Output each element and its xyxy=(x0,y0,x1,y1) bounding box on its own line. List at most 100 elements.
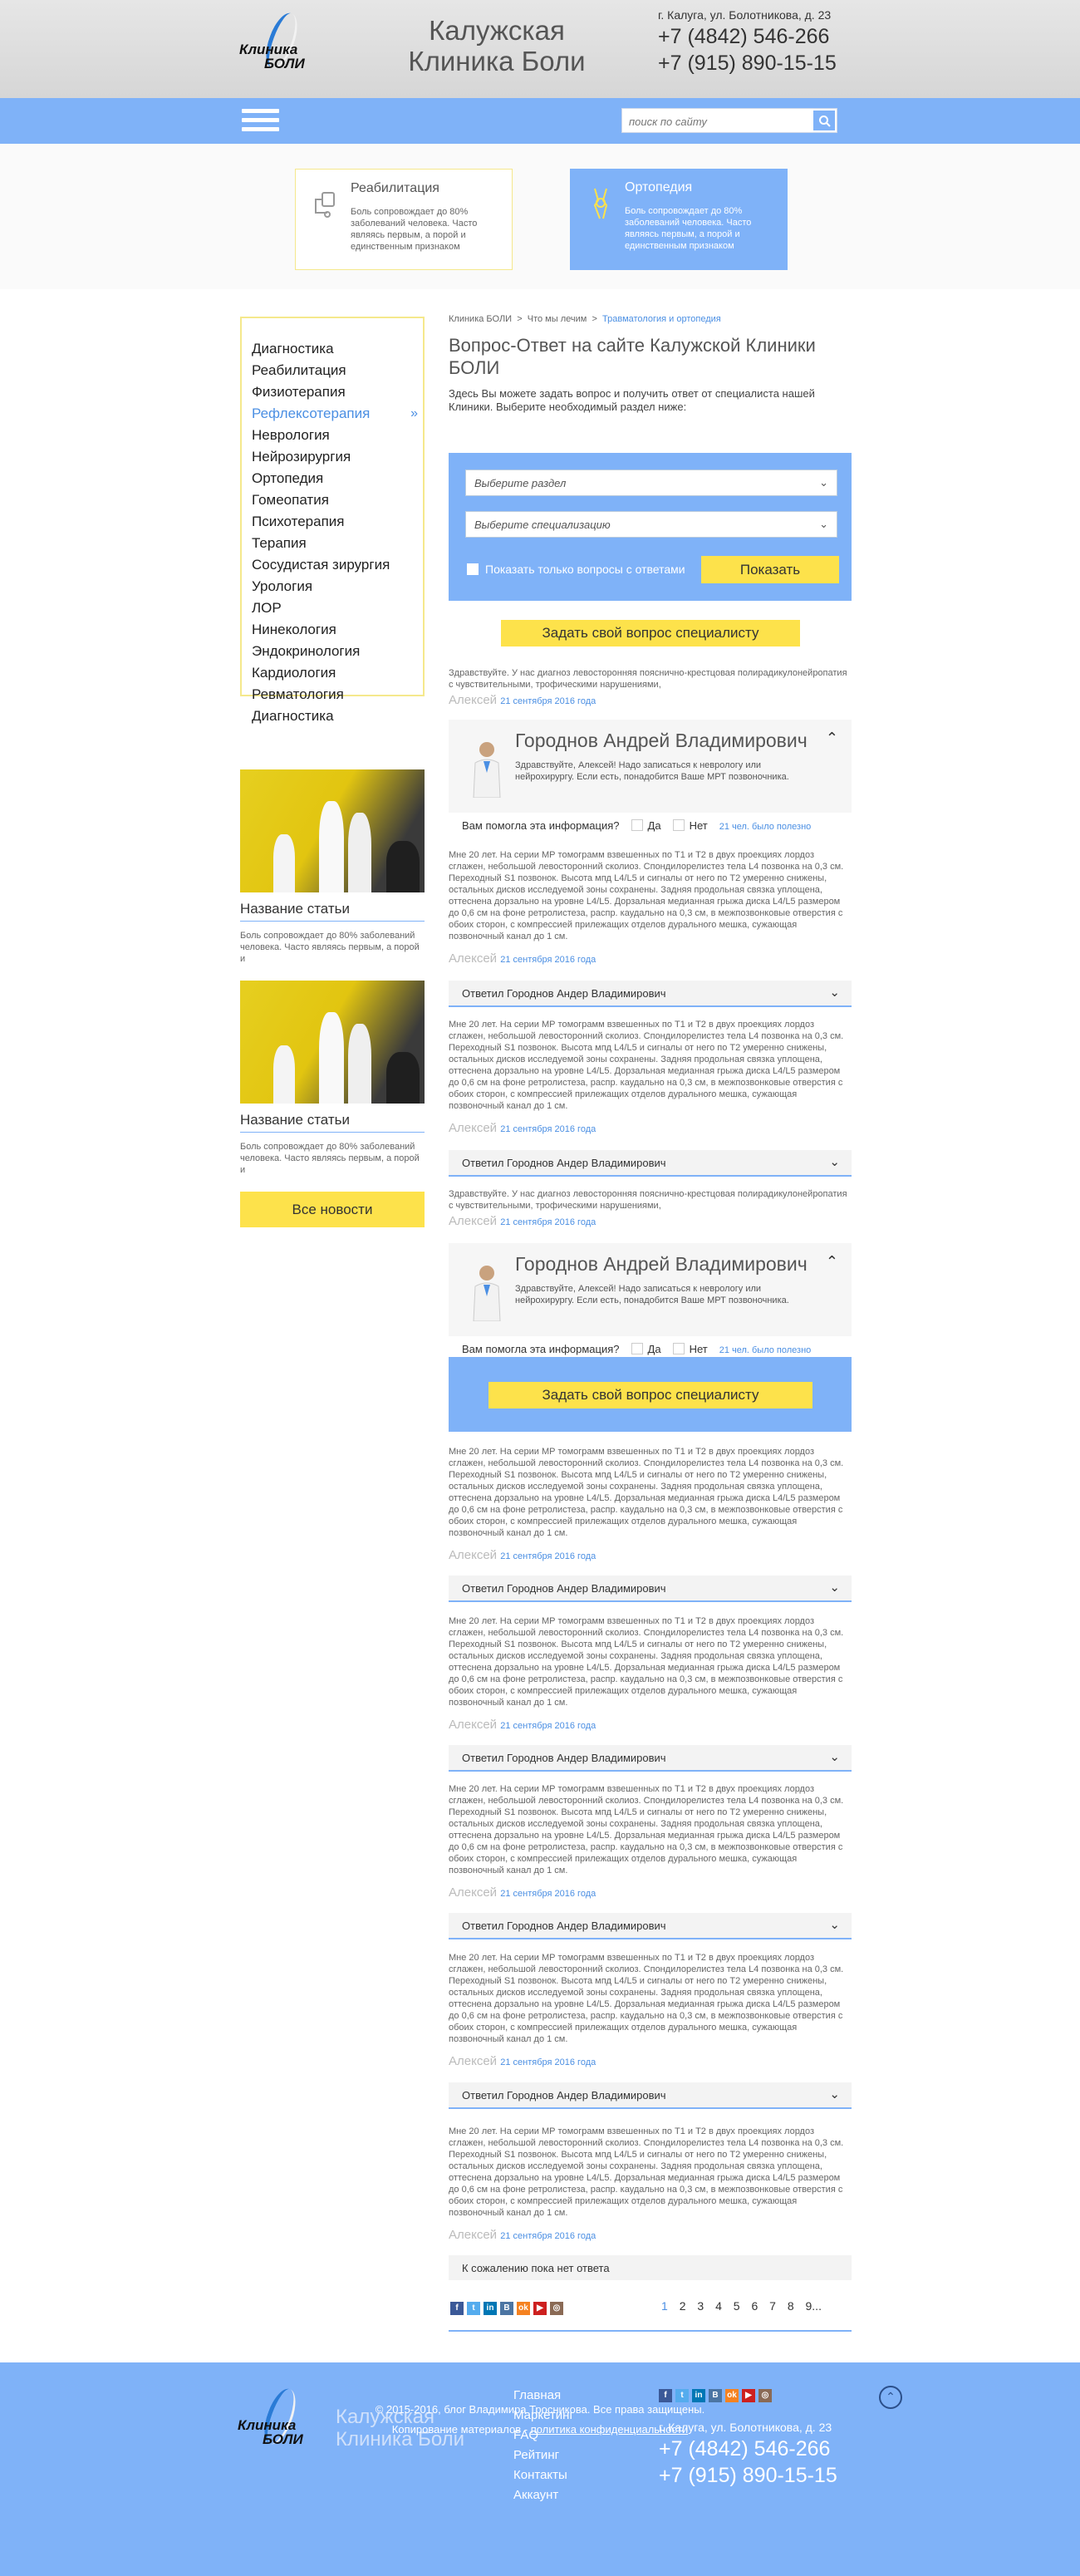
sidebar-item[interactable]: Нинекология xyxy=(252,619,423,641)
footer-phone-1[interactable]: +7 (4842) 546-266 xyxy=(659,2437,830,2461)
chevron-down-icon: ⌄ xyxy=(829,1581,840,1595)
page-link[interactable]: 1 xyxy=(661,2299,668,2313)
page-link[interactable]: 5 xyxy=(734,2299,740,2313)
sidebar-item[interactable]: Нейрозирургия xyxy=(252,446,423,468)
news-card[interactable]: Название статьи Боль сопровождает до 80%… xyxy=(240,981,425,1176)
sidebar-item[interactable]: Терапия xyxy=(252,533,423,554)
answered-by-bar[interactable]: Ответил Городнов Андер Владимирович ⌄ xyxy=(449,1576,852,1602)
page-link[interactable]: 2 xyxy=(680,2299,686,2313)
odnoklassniki-icon[interactable]: ok xyxy=(517,2302,530,2315)
footer-link[interactable]: Аккаунт xyxy=(513,2485,574,2505)
instagram-icon[interactable]: ◎ xyxy=(550,2302,563,2315)
answered-by-bar[interactable]: Ответил Городнов Андер Владимирович ⌄ xyxy=(449,981,852,1007)
question-meta: Алексей 21 сентября 2016 года xyxy=(449,1214,596,1228)
sidebar-item[interactable]: Реабилитация xyxy=(252,360,423,381)
ask-question-button[interactable]: Задать свой вопрос специалисту xyxy=(488,1382,812,1408)
sidebar-item[interactable]: Гомеопатия xyxy=(252,489,423,511)
chevron-up-icon[interactable]: ⌃ xyxy=(826,1253,838,1271)
brand-line-2: Клиника Боли xyxy=(408,46,586,76)
page-link[interactable]: 7 xyxy=(769,2299,776,2313)
news-card[interactable]: Название статьи Боль сопровождает до 80%… xyxy=(240,769,425,965)
sidebar-item[interactable]: Физиотерапия xyxy=(252,381,423,403)
menu-hamburger-icon[interactable] xyxy=(242,109,279,135)
facebook-icon[interactable]: f xyxy=(450,2302,464,2315)
footer-link[interactable]: Контакты xyxy=(513,2465,574,2485)
search-input[interactable] xyxy=(629,113,803,130)
header-phone-1[interactable]: +7 (4842) 546-266 xyxy=(658,25,829,49)
search-button[interactable] xyxy=(812,109,837,132)
answered-by-bar[interactable]: Ответил Городнов Андер Владимирович ⌄ xyxy=(449,2082,852,2109)
active-arrow-icon: » xyxy=(410,406,418,420)
main-content: Клиника БОЛИ > Что мы лечим > Травматоло… xyxy=(449,314,852,414)
site-header: Клиника БОЛИ Калужская Клиника Боли г. К… xyxy=(0,0,1080,98)
question-date: 21 сентября 2016 года xyxy=(500,2231,596,2241)
sidebar-item[interactable]: Сосудистая зирургия xyxy=(252,554,423,576)
question-meta: Алексей 21 сентября 2016 года xyxy=(449,1718,596,1732)
breadcrumb-current[interactable]: Травматология и ортопедия xyxy=(602,314,721,324)
site-logo[interactable]: Клиника БОЛИ xyxy=(239,8,326,73)
answered-only-checkbox[interactable]: Показать только вопросы с ответами xyxy=(467,563,685,576)
page-link[interactable]: 8 xyxy=(788,2299,794,2313)
news-title[interactable]: Название статьи xyxy=(240,901,425,922)
doctor-avatar xyxy=(473,1266,501,1321)
doctor-answer-text: Здравствуйте, Алексей! Надо записаться к… xyxy=(515,1284,789,1305)
breadcrumb-item[interactable]: Клиника БОЛИ xyxy=(449,314,512,324)
show-button[interactable]: Показать xyxy=(701,556,839,583)
privacy-link[interactable]: политика конфиденциальности xyxy=(531,2423,688,2436)
question-meta: Алексей 21 сентября 2016 года xyxy=(449,1548,596,1562)
chevron-up-icon[interactable]: ⌃ xyxy=(826,730,838,747)
promo-card-rehab[interactable]: Реабилитация Боль сопровождает до 80% за… xyxy=(295,169,513,270)
page-link[interactable]: 9... xyxy=(806,2299,822,2313)
nav-bar xyxy=(0,98,1080,144)
sidebar-menu: Диагностика Реабилитация Физиотерапия Рефле… xyxy=(240,317,425,724)
helpful-count: 21 чел. было полезно xyxy=(719,1345,812,1355)
breadcrumb-item[interactable]: Что мы лечим xyxy=(528,314,587,324)
sidebar-item[interactable]: Урология xyxy=(252,576,423,597)
chevron-down-icon: ⌄ xyxy=(829,1918,840,1932)
sidebar-item[interactable]: Диагностика xyxy=(252,338,423,360)
sidebar-item[interactable]: Диагностика xyxy=(252,705,423,727)
no-checkbox[interactable] xyxy=(672,819,685,831)
sidebar-item[interactable]: Психотерапия xyxy=(252,511,423,533)
no-checkbox[interactable] xyxy=(672,1343,685,1354)
news-title[interactable]: Название статьи xyxy=(240,1112,425,1133)
sidebar-item[interactable]: Ортопедия xyxy=(252,468,423,489)
page-link[interactable]: 3 xyxy=(697,2299,704,2313)
twitter-icon[interactable]: t xyxy=(467,2302,480,2315)
sidebar-item[interactable]: Ревматология xyxy=(252,684,423,705)
page-link[interactable]: 4 xyxy=(715,2299,722,2313)
question-text: Мне 20 лет. На серии МР томограмм взвеше… xyxy=(449,1447,844,1538)
answered-by-bar[interactable]: Ответил Городнов Андер Владимирович ⌄ xyxy=(449,1150,852,1177)
page-link[interactable]: 6 xyxy=(751,2299,758,2313)
sidebar-item[interactable]: Неврология xyxy=(252,425,423,446)
specialization-select[interactable]: Выберите специализацию ⌄ xyxy=(465,511,837,538)
footer-link[interactable]: Рейтинг xyxy=(513,2446,574,2465)
sidebar-item[interactable]: Рефлексотерапия» xyxy=(252,403,423,425)
linkedin-icon[interactable]: in xyxy=(484,2302,497,2315)
answered-by-bar[interactable]: Ответил Городнов Андер Владимирович ⌄ xyxy=(449,1745,852,1772)
ask-question-button[interactable]: Задать свой вопрос специалисту xyxy=(501,620,800,646)
question-author: Алексей xyxy=(449,1718,498,1732)
yes-checkbox[interactable] xyxy=(631,1343,643,1354)
sidebar-item[interactable]: Эндокринология xyxy=(252,641,423,662)
helpful-count: 21 чел. было полезно xyxy=(719,822,812,832)
promo-card-ortho[interactable]: Ортопедия Боль сопровождает до 80% забол… xyxy=(570,169,788,270)
chevron-down-icon: ⌄ xyxy=(829,1750,840,1764)
sidebar-item[interactable]: Кардиология xyxy=(252,662,423,684)
section-select[interactable]: Выберите раздел ⌄ xyxy=(465,469,837,496)
logo-text-2: БОЛИ xyxy=(264,56,305,71)
question-text: Мне 20 лет. На серии МР томограмм взвеше… xyxy=(449,1020,844,1111)
news-image[interactable] xyxy=(240,769,425,892)
answered-by-bar[interactable]: Ответил Городнов Андер Владимирович ⌄ xyxy=(449,1913,852,1939)
footer-phone-2[interactable]: +7 (915) 890-15-15 xyxy=(659,2464,837,2488)
news-image[interactable] xyxy=(240,981,425,1104)
all-news-button[interactable]: Все новости xyxy=(240,1192,425,1227)
yes-checkbox[interactable] xyxy=(631,819,643,831)
header-phone-2[interactable]: +7 (915) 890-15-15 xyxy=(658,52,837,76)
youtube-icon[interactable]: ▶ xyxy=(533,2302,547,2315)
pagination: 1 2 3 4 5 6 7 8 9... xyxy=(661,2299,822,2313)
vk-icon[interactable]: B xyxy=(500,2302,513,2315)
sidebar-item[interactable]: ЛОР xyxy=(252,597,423,619)
question-text: Здравствуйте. У нас диагноз левостороння… xyxy=(449,1189,847,1211)
question-text: Мне 20 лет. На серии МР томограмм взвеше… xyxy=(449,2126,844,2218)
